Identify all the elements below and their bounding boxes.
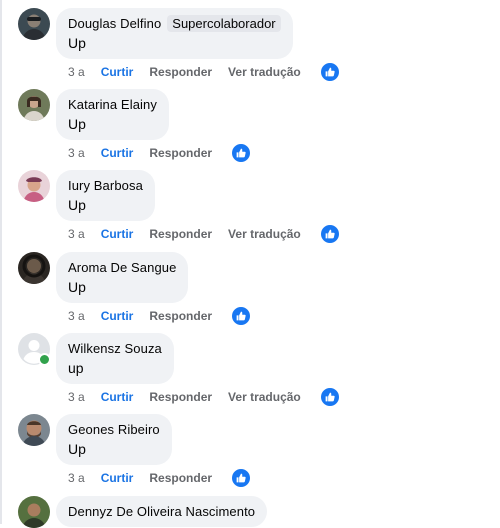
timestamp[interactable]: 3 a bbox=[68, 471, 85, 485]
like-icon[interactable] bbox=[318, 223, 341, 245]
reply-button[interactable]: Responder bbox=[149, 309, 212, 323]
comment-actions: 3 a Curtir Responder Ver tradução bbox=[68, 223, 341, 245]
like-button[interactable]: Curtir bbox=[101, 471, 134, 485]
comment-bubble: Aroma De Sangue Up bbox=[56, 252, 189, 303]
comment-bubble: Geones Ribeiro Up bbox=[56, 414, 172, 465]
like-button[interactable]: Curtir bbox=[101, 65, 134, 79]
timestamp[interactable]: 3 a bbox=[68, 309, 85, 323]
reply-button[interactable]: Responder bbox=[149, 471, 212, 485]
reply-button[interactable]: Responder bbox=[149, 390, 212, 404]
comment-actions: 3 a Curtir Responder Ver tradução bbox=[68, 61, 341, 83]
like-button[interactable]: Curtir bbox=[101, 390, 134, 404]
comment-text: Up bbox=[68, 116, 86, 132]
timestamp[interactable]: 3 a bbox=[68, 65, 85, 79]
comment-text: Up bbox=[68, 197, 86, 213]
online-status-dot bbox=[38, 353, 51, 366]
comment-text: Up bbox=[68, 279, 86, 295]
like-button[interactable]: Curtir bbox=[101, 309, 134, 323]
like-button[interactable]: Curtir bbox=[101, 146, 134, 160]
comment-bubble: Wilkensz Souza up bbox=[56, 333, 174, 384]
comment-bubble: Katarina Elainy Up bbox=[56, 89, 169, 140]
default-avatar[interactable] bbox=[18, 333, 51, 366]
translate-button[interactable]: Ver tradução bbox=[228, 227, 301, 241]
like-icon[interactable] bbox=[230, 467, 253, 489]
author-name[interactable]: Dennyz De Oliveira Nascimento bbox=[68, 504, 255, 519]
author-name[interactable]: Iury Barbosa bbox=[68, 178, 143, 193]
translate-button[interactable]: Ver tradução bbox=[228, 65, 301, 79]
comment-text: Up bbox=[68, 441, 86, 457]
author-name[interactable]: Katarina Elainy bbox=[68, 97, 157, 112]
supercolaborador-badge[interactable]: Supercolaborador bbox=[167, 14, 281, 32]
like-icon[interactable] bbox=[230, 142, 253, 164]
like-icon[interactable] bbox=[230, 305, 253, 327]
comment-text: Up bbox=[68, 35, 86, 51]
comment-actions: 3 a Curtir Responder bbox=[68, 467, 253, 489]
like-icon[interactable] bbox=[318, 386, 341, 408]
avatar[interactable] bbox=[18, 8, 50, 40]
reply-button[interactable]: Responder bbox=[149, 146, 212, 160]
like-button[interactable]: Curtir bbox=[101, 227, 134, 241]
timestamp[interactable]: 3 a bbox=[68, 146, 85, 160]
comment-bubble: Douglas Delfino Supercolaborador Up bbox=[56, 8, 293, 59]
comment-bubble: Dennyz De Oliveira Nascimento bbox=[56, 496, 268, 527]
like-icon[interactable] bbox=[318, 61, 341, 83]
thread-line bbox=[0, 0, 2, 524]
comment-actions: 3 a Curtir Responder Ver tradução bbox=[68, 386, 341, 408]
avatar[interactable] bbox=[18, 252, 50, 284]
comment-actions: 3 a Curtir Responder bbox=[68, 142, 253, 164]
comment-actions: 3 a Curtir Responder bbox=[68, 305, 253, 327]
translate-button[interactable]: Ver tradução bbox=[228, 390, 301, 404]
avatar[interactable] bbox=[18, 89, 50, 121]
avatar[interactable] bbox=[18, 414, 50, 446]
comment-text: up bbox=[68, 360, 84, 376]
avatar[interactable] bbox=[18, 496, 50, 528]
timestamp[interactable]: 3 a bbox=[68, 227, 85, 241]
reply-button[interactable]: Responder bbox=[149, 227, 212, 241]
timestamp[interactable]: 3 a bbox=[68, 390, 85, 404]
author-name[interactable]: Geones Ribeiro bbox=[68, 422, 160, 437]
avatar[interactable] bbox=[18, 170, 50, 202]
author-name[interactable]: Aroma De Sangue bbox=[68, 260, 176, 275]
author-name[interactable]: Douglas Delfino bbox=[68, 16, 161, 31]
reply-button[interactable]: Responder bbox=[149, 65, 212, 79]
author-name[interactable]: Wilkensz Souza bbox=[68, 341, 162, 356]
comment-bubble: Iury Barbosa Up bbox=[56, 170, 155, 221]
